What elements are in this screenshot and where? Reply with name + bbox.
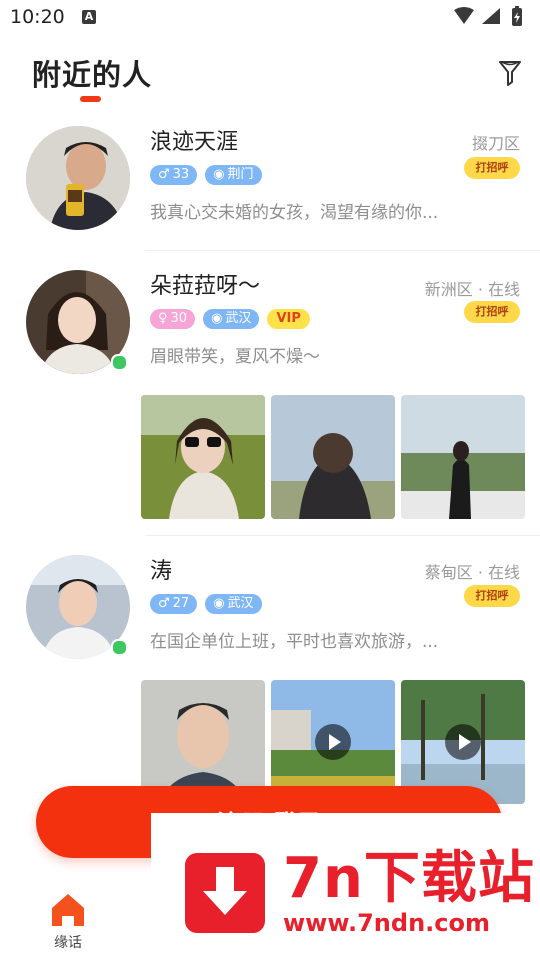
user-name: 朵菈菈呀～ <box>150 274 261 299</box>
divider <box>145 250 540 251</box>
user-photo[interactable] <box>401 395 525 519</box>
age-tag: ♀ 30 <box>150 309 196 329</box>
photo-strip <box>141 395 525 519</box>
user-bio: 我真心交未婚的女孩，渴望有缘的你... <box>150 203 439 223</box>
user-name: 涛 <box>150 559 173 584</box>
title-underline <box>80 96 101 102</box>
city-value: 荆门 <box>227 167 254 182</box>
user-name: 浪迹天涯 <box>150 130 239 155</box>
status-time: 10:20 <box>10 6 65 28</box>
city-tag: ◉ 武汉 <box>203 309 260 329</box>
online-indicator <box>111 354 128 371</box>
notification-a-icon: A <box>82 10 96 24</box>
online-indicator <box>111 639 128 656</box>
user-bio: 在国企单位上班，平时也喜欢旅游，... <box>150 632 439 652</box>
age-tag: ♂ 27 <box>150 594 198 614</box>
male-icon: ♂ <box>158 596 170 611</box>
city-value: 武汉 <box>227 596 254 611</box>
location-pin-icon: ◉ <box>213 596 225 611</box>
user-location: 新洲区 · 在线 <box>424 280 520 299</box>
divider <box>145 535 540 536</box>
user-bio: 眉眼带笑，夏风不燥～ <box>150 347 320 367</box>
user-card[interactable]: 浪迹天涯 掇刀区 打招呼 ♂ 33 ◉ 荆门 我真心交未婚的女孩，渴望有缘的你.… <box>0 120 540 250</box>
age-tag: ♂ 33 <box>150 165 198 185</box>
greet-button[interactable]: 打招呼 <box>464 157 520 179</box>
play-icon[interactable] <box>315 724 351 760</box>
watermark-url: www.7ndn.com <box>283 909 490 937</box>
city-tag: ◉ 武汉 <box>205 594 262 614</box>
user-tags: ♀ 30 ◉ 武汉 VIP <box>150 309 310 331</box>
greet-button[interactable]: 打招呼 <box>464 585 520 607</box>
user-tags: ♂ 27 ◉ 武汉 <box>150 594 262 616</box>
user-card[interactable]: 朵菈菈呀～ 新洲区 · 在线 打招呼 ♀ 30 ◉ 武汉 VIP 眉眼带笑，夏风… <box>0 262 540 527</box>
location-pin-icon: ◉ <box>213 167 225 182</box>
filter-icon[interactable] <box>496 58 524 88</box>
page-title: 附近的人 <box>32 58 153 92</box>
user-tags: ♂ 33 ◉ 荆门 <box>150 165 262 187</box>
tab-home-label: 缘话 <box>54 935 82 951</box>
play-icon[interactable] <box>445 724 481 760</box>
age-value: 30 <box>170 311 188 326</box>
avatar[interactable] <box>26 126 130 230</box>
user-card[interactable]: 涛 蔡甸区 · 在线 打招呼 ♂ 27 ◉ 武汉 在国企单位上班，平时也喜欢旅游… <box>0 547 540 807</box>
city-value: 武汉 <box>225 311 252 326</box>
tab-home[interactable]: 缘话 <box>40 892 96 956</box>
age-value: 27 <box>172 596 190 611</box>
user-location: 蔡甸区 · 在线 <box>424 563 520 582</box>
user-photo[interactable] <box>271 395 395 519</box>
greet-button[interactable]: 打招呼 <box>464 301 520 323</box>
page-header: 附近的人 <box>0 40 540 110</box>
home-icon <box>52 894 84 926</box>
status-icons <box>452 6 532 28</box>
female-icon: ♀ <box>158 311 168 326</box>
watermark-title: 7n下载站 <box>283 846 535 911</box>
watermark: 7n下载站 www.7ndn.com <box>151 813 540 960</box>
download-arrow-icon <box>185 853 265 933</box>
city-tag: ◉ 荆门 <box>205 165 262 185</box>
location-pin-icon: ◉ <box>211 311 223 326</box>
user-location: 掇刀区 <box>471 134 520 153</box>
wifi-signal-battery-icon <box>454 6 522 26</box>
status-bar: 10:20 A <box>0 0 540 36</box>
age-value: 33 <box>172 167 190 182</box>
male-icon: ♂ <box>158 167 170 182</box>
vip-badge: VIP <box>267 309 310 329</box>
user-photo[interactable] <box>141 395 265 519</box>
